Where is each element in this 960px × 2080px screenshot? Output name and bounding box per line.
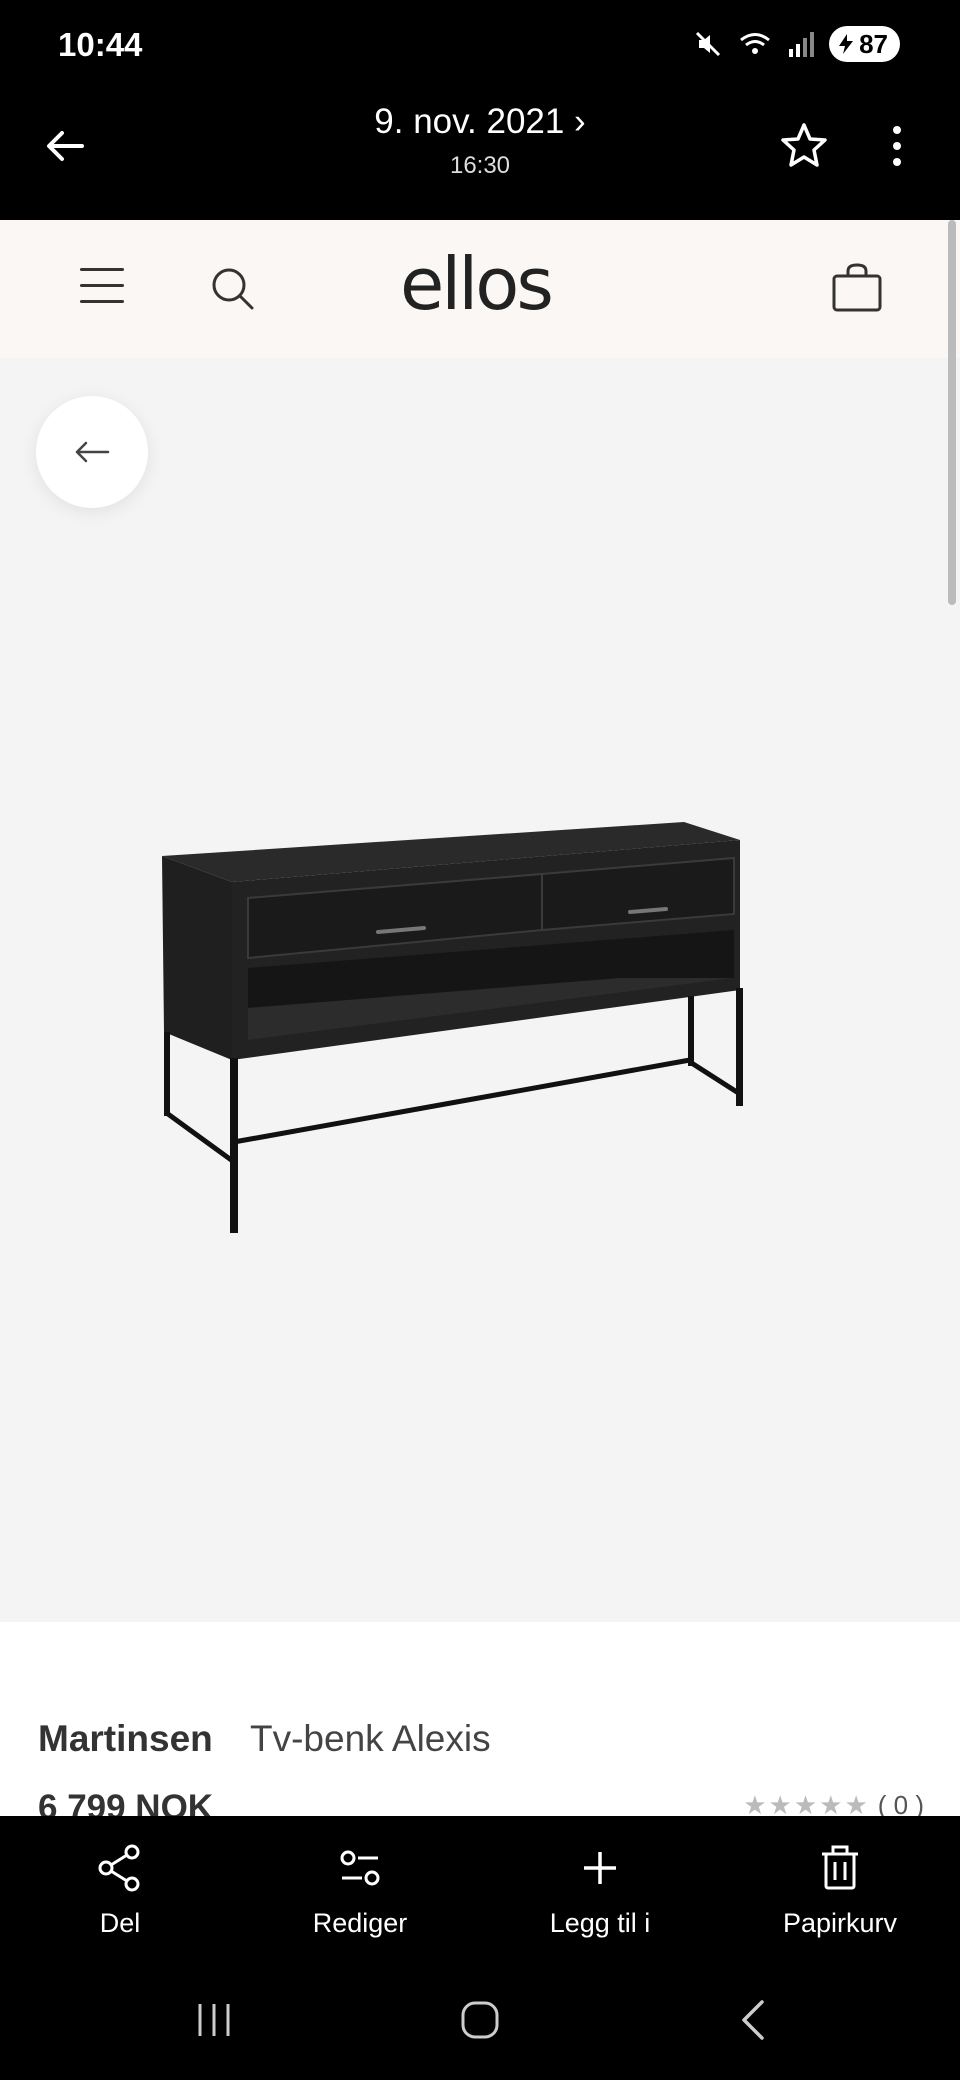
rating-stars: ★★★★★ (743, 1790, 870, 1816)
product-image[interactable] (150, 818, 810, 1238)
product-rating[interactable]: ★★★★★ ( 0 ) (743, 1790, 924, 1816)
system-nav-bar (0, 1956, 960, 2080)
status-time: 10:44 (58, 26, 143, 63)
add-to-label: Legg til i (549, 1908, 651, 1938)
product-name: Tv-benk Alexis (250, 1718, 491, 1759)
shopping-bag-icon[interactable] (830, 262, 884, 314)
site-header: ellos (0, 220, 960, 358)
back-icon[interactable] (738, 1998, 768, 2042)
product-price: 6 799 NOK (38, 1788, 214, 1816)
status-bar: 10:44 87 (0, 0, 960, 92)
battery-level: 87 (859, 28, 888, 59)
trash-button[interactable]: Papirkurv (720, 1816, 960, 1956)
mute-icon (696, 31, 721, 57)
product-image-area (0, 358, 960, 1622)
search-icon[interactable] (208, 264, 256, 312)
arrow-left-icon (75, 441, 110, 463)
star-icon[interactable] (778, 120, 830, 172)
battery-icon: 87 (829, 26, 900, 62)
home-icon[interactable] (460, 2000, 500, 2040)
trash-label: Papirkurv (782, 1908, 898, 1938)
previous-button[interactable] (36, 396, 148, 508)
share-label: Del (99, 1908, 141, 1938)
gallery-time: 16:30 (449, 152, 511, 179)
more-vertical-icon[interactable] (882, 120, 912, 172)
add-to-button[interactable]: Legg til i (480, 1816, 720, 1956)
product-info: Martinsen Tv-benk Alexis 6 799 NOK ★★★★★… (0, 1622, 960, 1816)
rating-count: ( 0 ) (877, 1790, 924, 1816)
plus-icon (584, 1852, 616, 1884)
wifi-icon (740, 33, 771, 54)
status-icons: 87 (693, 26, 900, 62)
signal-icon (789, 32, 815, 57)
recent-apps-icon[interactable] (194, 2002, 234, 2038)
back-arrow-icon[interactable] (40, 120, 92, 172)
edit-button[interactable]: Rediger (240, 1816, 480, 1956)
gallery-action-bar: Del Rediger Legg til i Papirkurv (0, 1816, 960, 1956)
product-brand[interactable]: Martinsen (38, 1718, 213, 1760)
site-logo[interactable]: ellos (400, 242, 554, 326)
share-button[interactable]: Del (0, 1816, 240, 1956)
gallery-date-block[interactable]: 9. nov. 2021 › 16:30 (280, 102, 680, 180)
trash-icon (822, 1845, 858, 1890)
edit-sliders-icon (340, 1850, 380, 1886)
edit-label: Rediger (312, 1908, 408, 1938)
page-scrollbar[interactable] (948, 220, 956, 605)
web-page: ellos Martinsen Tv-benk Alexis 6 799 NOK… (0, 220, 960, 1816)
share-icon (98, 1844, 140, 1892)
gallery-date[interactable]: 9. nov. 2021 › (280, 102, 680, 142)
gallery-header: 9. nov. 2021 › 16:30 (0, 92, 960, 220)
hamburger-menu-icon[interactable] (80, 268, 124, 308)
